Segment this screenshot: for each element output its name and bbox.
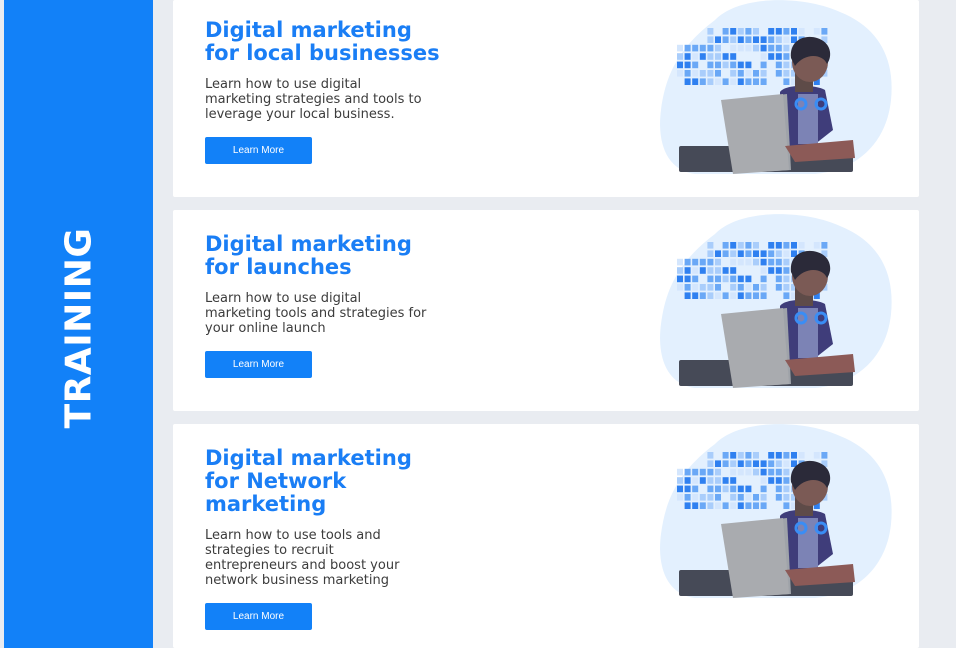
card-title: Digital marketing for launches: [205, 232, 412, 279]
learn-more-button[interactable]: Learn More: [205, 137, 312, 164]
card-description: Learn how to use digital marketing tools…: [205, 291, 427, 336]
card-description: Learn how to use digital marketing strat…: [205, 77, 422, 122]
sidebar: TRAINING: [4, 0, 153, 648]
person-with-laptop-illustration-icon: [655, 214, 901, 392]
training-card-local-businesses: Digital marketing for local businesses L…: [173, 0, 919, 197]
sidebar-title: TRAINING: [58, 227, 99, 429]
person-with-laptop-illustration-icon: [655, 424, 901, 602]
training-card-launches: Digital marketing for launches Learn how…: [173, 210, 919, 411]
card-title: Digital marketing for local businesses: [205, 18, 440, 65]
card-title: Digital marketing for Network marketing: [205, 446, 412, 516]
learn-more-button[interactable]: Learn More: [205, 603, 312, 630]
person-with-laptop-illustration-icon: [655, 0, 901, 178]
learn-more-button[interactable]: Learn More: [205, 351, 312, 378]
card-description: Learn how to use tools and strategies to…: [205, 528, 400, 588]
training-card-network-marketing: Digital marketing for Network marketing …: [173, 424, 919, 648]
